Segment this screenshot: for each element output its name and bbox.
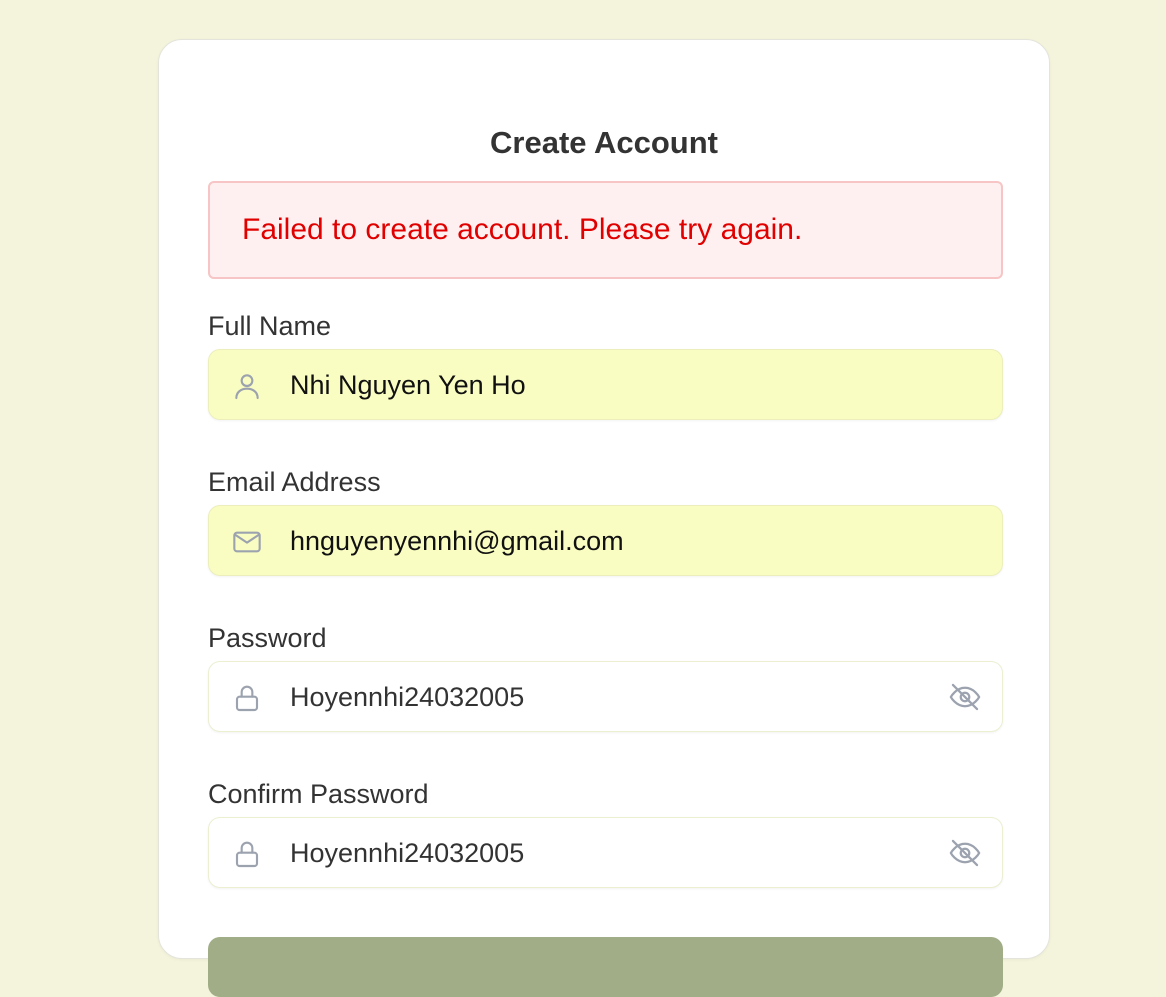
confirm-password-label: Confirm Password	[208, 779, 429, 809]
signup-card: Create Account Failed to create account.…	[158, 39, 1050, 997]
password-input[interactable]: Hoyennhi24032005	[290, 680, 524, 714]
password-label: Password	[208, 623, 327, 653]
email-label: Email Address	[208, 467, 381, 497]
error-message: Failed to create account. Please try aga…	[242, 213, 803, 246]
eye-off-icon[interactable]	[948, 680, 982, 714]
full-name-input[interactable]: Nhi Nguyen Yen Ho	[290, 368, 526, 402]
confirm-password-input[interactable]: Hoyennhi24032005	[290, 836, 524, 870]
eye-off-icon[interactable]	[948, 836, 982, 870]
page-title: Create Account	[490, 125, 718, 160]
email-field[interactable]: hnguyenyennhi@gmail.com	[208, 505, 1003, 576]
password-field[interactable]: Hoyennhi24032005	[208, 661, 1003, 732]
mail-icon	[231, 526, 263, 558]
lock-icon	[231, 682, 263, 714]
confirm-password-field[interactable]: Hoyennhi24032005	[208, 817, 1003, 888]
user-icon	[231, 370, 263, 402]
error-alert: Failed to create account. Please try aga…	[208, 181, 1003, 279]
email-input[interactable]: hnguyenyennhi@gmail.com	[290, 524, 624, 558]
full-name-label: Full Name	[208, 311, 332, 341]
lock-icon	[231, 838, 263, 870]
full-name-field[interactable]: Nhi Nguyen Yen Ho	[208, 349, 1003, 420]
create-account-button[interactable]	[208, 937, 1003, 997]
